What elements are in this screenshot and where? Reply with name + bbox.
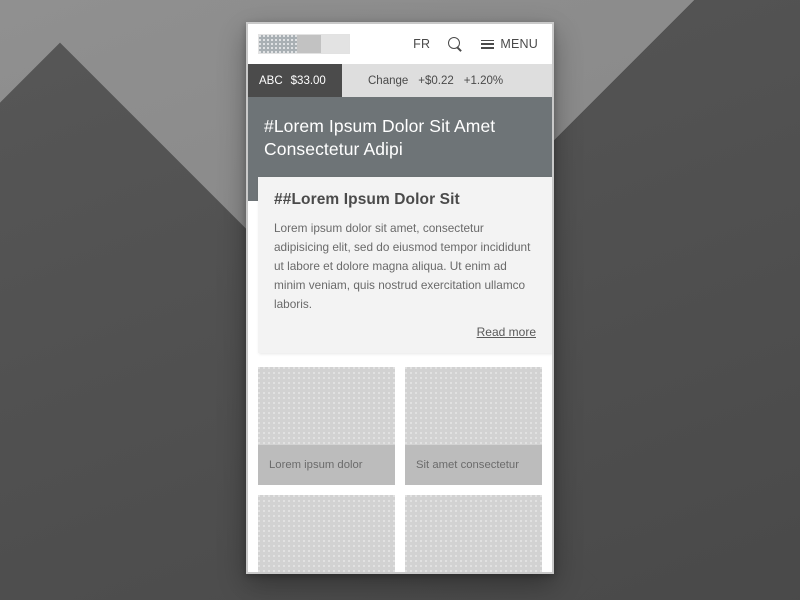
ticker-change-value: +$0.22 bbox=[418, 74, 454, 87]
hamburger-menu-icon bbox=[481, 39, 495, 49]
menu-label: MENU bbox=[500, 37, 538, 51]
ticker-price: $33.00 bbox=[290, 74, 326, 87]
site-header: FR MENU bbox=[248, 24, 552, 64]
article-card: ##Lorem Ipsum Dolor Sit Lorem ipsum dolo… bbox=[258, 177, 552, 353]
grid-tile[interactable]: Lorem ipsum dolor bbox=[258, 366, 395, 485]
grid-tile-caption: Sit amet consectetur bbox=[405, 444, 542, 485]
site-logo[interactable] bbox=[258, 34, 350, 54]
header-nav: FR MENU bbox=[413, 36, 538, 52]
stock-ticker-bar: ABC $33.00 Change +$0.22 +1.20% bbox=[248, 64, 552, 97]
article-title: ##Lorem Ipsum Dolor Sit bbox=[274, 191, 460, 208]
grid-tile[interactable] bbox=[258, 494, 395, 572]
read-more-link[interactable]: Read more bbox=[477, 325, 536, 339]
grid-tile[interactable] bbox=[405, 494, 542, 572]
logo-segment-mid bbox=[296, 35, 322, 53]
thumbnail-grid: Lorem ipsum dolor Sit amet consectetur bbox=[248, 353, 552, 572]
hero-section: #Lorem Ipsum Dolor Sit Amet Consectetur … bbox=[248, 97, 552, 177]
hero-headline: #Lorem Ipsum Dolor Sit Amet Consectetur … bbox=[264, 116, 496, 160]
ticker-symbol-block[interactable]: ABC $33.00 bbox=[248, 64, 342, 97]
grid-tile[interactable]: Sit amet consectetur bbox=[405, 366, 542, 485]
search-icon[interactable] bbox=[448, 36, 463, 52]
logo-segment-light bbox=[321, 35, 349, 53]
phone-screen: FR MENU ABC $33.00 Change +$0.22 +1.20% … bbox=[248, 24, 552, 572]
language-switch-fr[interactable]: FR bbox=[413, 37, 430, 51]
phone-device-frame: FR MENU ABC $33.00 Change +$0.22 +1.20% … bbox=[246, 22, 554, 574]
article-body: Lorem ipsum dolor sit amet, consectetur … bbox=[274, 221, 531, 312]
ticker-symbol: ABC bbox=[259, 74, 283, 87]
grid-tile-caption: Lorem ipsum dolor bbox=[258, 444, 395, 485]
menu-button[interactable]: MENU bbox=[481, 37, 538, 51]
ticker-change-block: Change +$0.22 +1.20% bbox=[342, 64, 552, 97]
backdrop: FR MENU ABC $33.00 Change +$0.22 +1.20% … bbox=[0, 0, 800, 600]
article-link-row: Read more bbox=[274, 323, 536, 341]
logo-segment-hatched bbox=[259, 35, 297, 53]
ticker-change-label: Change bbox=[368, 74, 409, 87]
ticker-change-percent: +1.20% bbox=[463, 74, 504, 87]
article-card-wrapper: ##Lorem Ipsum Dolor Sit Lorem ipsum dolo… bbox=[248, 177, 552, 353]
